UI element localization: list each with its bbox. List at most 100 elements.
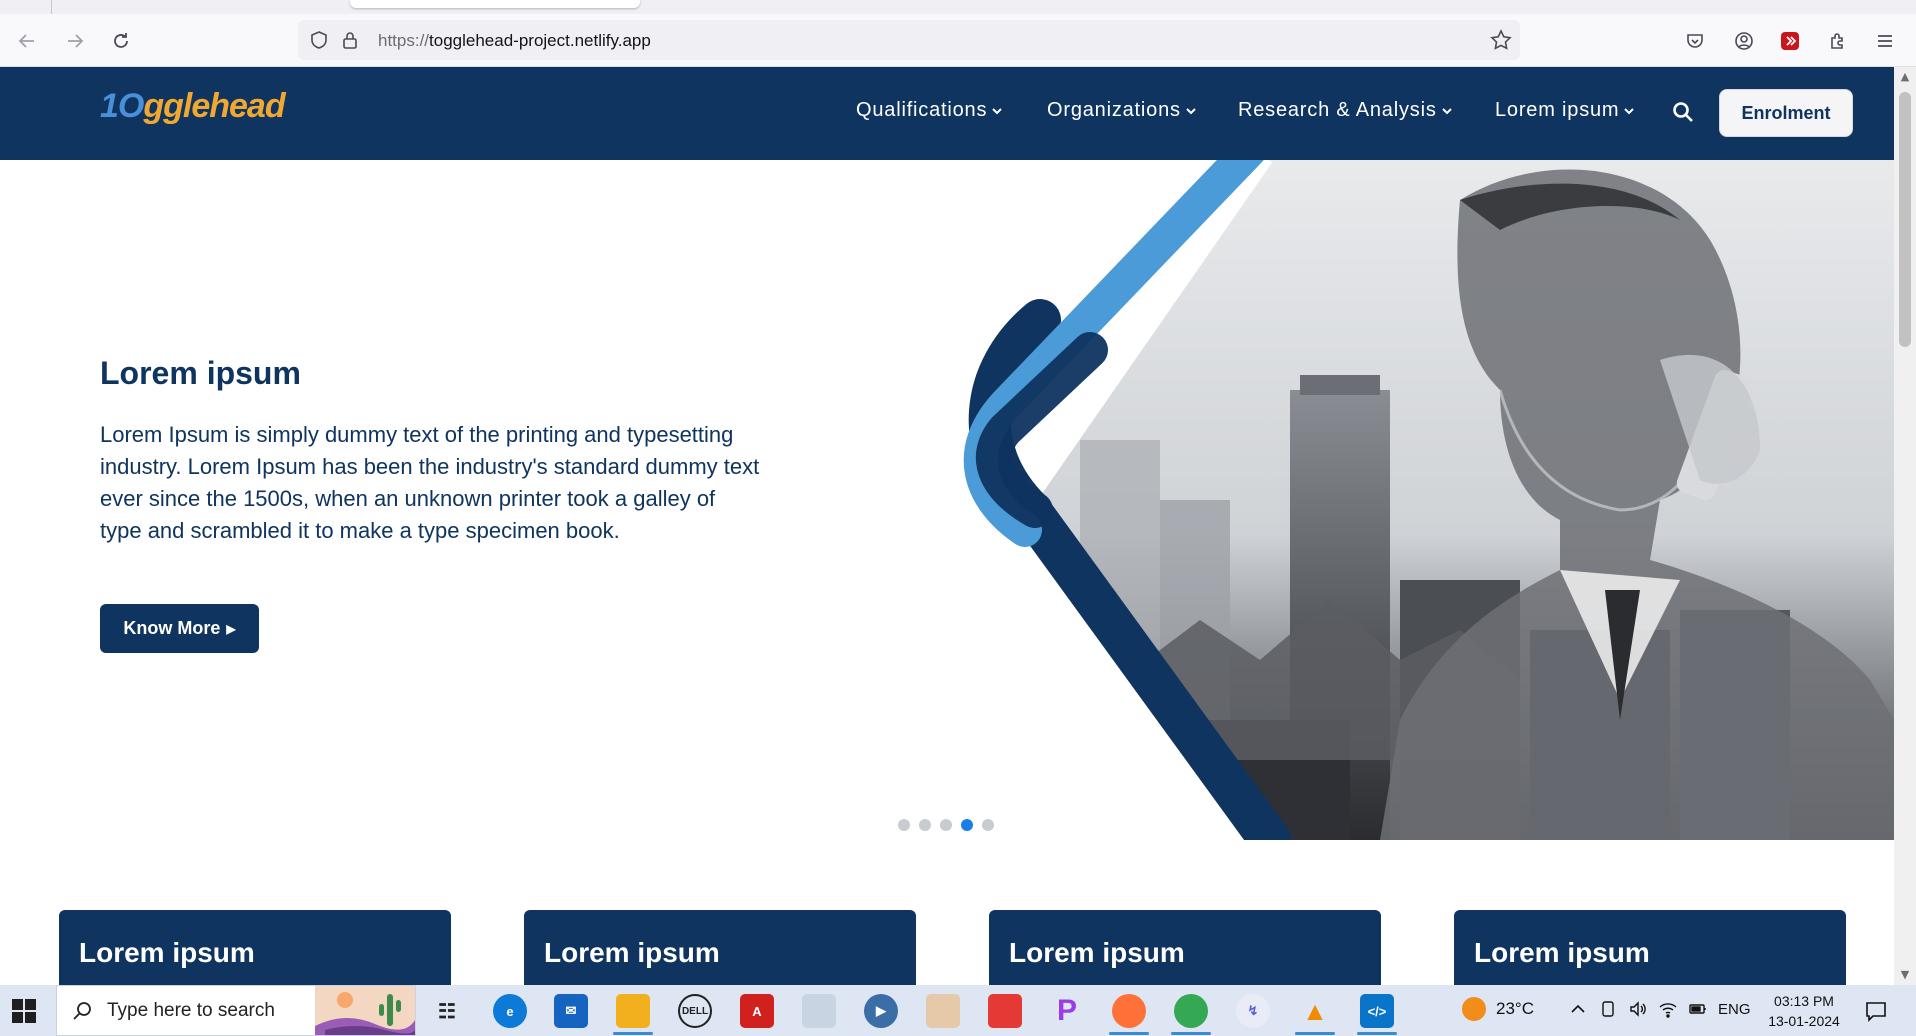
feature-card[interactable]: Lorem ipsum: [989, 910, 1381, 985]
edge-icon[interactable]: e: [493, 994, 527, 1028]
sun-icon: [1462, 997, 1486, 1021]
clock-date: 13-01-2024: [1768, 1013, 1840, 1029]
feather-app-icon[interactable]: ↯: [1236, 994, 1270, 1028]
acrobat-icon[interactable]: A: [740, 994, 774, 1028]
notification-icon[interactable]: [1864, 999, 1888, 1023]
browser-toolbar: https://togglehead-project.netlify.app: [0, 14, 1916, 67]
carousel-dot[interactable]: [961, 819, 973, 831]
windows-start-icon[interactable]: [10, 997, 38, 1025]
firefox-icon[interactable]: [1112, 994, 1146, 1028]
paint-icon[interactable]: [926, 994, 960, 1028]
lock-icon[interactable]: [340, 30, 360, 50]
running-indicator: [1357, 1032, 1397, 1035]
url-protocol: https://: [378, 31, 430, 50]
menu-icon[interactable]: [1868, 24, 1902, 58]
know-more-button[interactable]: Know More ▶: [100, 604, 259, 653]
active-tab[interactable]: [350, 0, 640, 8]
url-bar[interactable]: https://togglehead-project.netlify.app: [298, 20, 1520, 60]
nav-qualifications[interactable]: Qualifications: [856, 99, 1003, 122]
nav-label: Research & Analysis: [1238, 99, 1437, 121]
mail-icon[interactable]: ✉: [554, 994, 588, 1028]
tab-divider: [51, 0, 52, 14]
app-misc2-icon[interactable]: [988, 994, 1022, 1028]
desert-scene-icon: [315, 986, 415, 1035]
carousel-dot[interactable]: [919, 819, 931, 831]
shield-icon[interactable]: [309, 30, 329, 50]
feature-card[interactable]: Lorem ipsum: [1454, 910, 1846, 985]
scroll-up-icon[interactable]: ▲: [1898, 70, 1912, 84]
forward-icon[interactable]: [58, 24, 92, 58]
caret-right-icon: ▶: [226, 621, 236, 636]
file-explorer-icon[interactable]: [616, 994, 650, 1028]
extensions-icon[interactable]: [1821, 24, 1855, 58]
running-indicator: [613, 1032, 653, 1035]
weather-widget[interactable]: 23°C: [1462, 997, 1534, 1021]
chevron-down-icon: [1441, 107, 1452, 114]
running-indicator: [1171, 1032, 1211, 1035]
picsart-icon[interactable]: P: [1050, 994, 1084, 1028]
nav-research-analysis[interactable]: Research & Analysis: [1238, 99, 1453, 122]
windows-taskbar: Type here to search ☷ e ✉ DELL A ▶ P ↯ ▲…: [0, 985, 1916, 1036]
feature-card[interactable]: Lorem ipsum: [59, 910, 451, 985]
weather-temp: 23°C: [1496, 999, 1534, 1018]
nav-organizations[interactable]: Organizations: [1047, 99, 1197, 122]
tab-strip: [0, 0, 1916, 14]
extension-red-icon[interactable]: [1773, 24, 1807, 58]
pocket-icon[interactable]: [1678, 24, 1712, 58]
logo-part-2: gglehead: [143, 87, 285, 125]
search-icon: [73, 1002, 91, 1020]
task-view-icon[interactable]: ☷: [430, 994, 464, 1028]
wifi-icon[interactable]: [1658, 999, 1678, 1019]
card-title: Lorem ipsum: [79, 937, 255, 968]
battery-icon[interactable]: [1688, 999, 1708, 1019]
back-icon[interactable]: [10, 24, 44, 58]
running-indicator: [1295, 1032, 1335, 1035]
enrolment-button[interactable]: Enrolment: [1719, 89, 1853, 137]
app-misc-icon[interactable]: [802, 994, 836, 1028]
reload-icon[interactable]: [104, 24, 138, 58]
clock[interactable]: 03:13 PM 13-01-2024: [1762, 991, 1846, 1031]
chevron-down-icon: [1186, 107, 1196, 114]
taskbar-search[interactable]: Type here to search: [56, 985, 416, 1036]
volume-icon[interactable]: [1628, 999, 1648, 1019]
clock-time: 03:13 PM: [1774, 993, 1834, 1009]
media-icon[interactable]: ▶: [864, 994, 898, 1028]
page-viewport: 1Ogglehead Qualifications Organizations …: [0, 67, 1894, 985]
scrollbar-thumb[interactable]: [1899, 92, 1911, 347]
site-logo[interactable]: 1Ogglehead: [100, 87, 286, 126]
carousel-dot[interactable]: [940, 819, 952, 831]
star-icon[interactable]: [1490, 29, 1512, 51]
nav-lorem-ipsum[interactable]: Lorem ipsum: [1495, 99, 1635, 122]
url-host: togglehead-project.netlify.app: [429, 31, 651, 50]
dell-icon[interactable]: DELL: [678, 994, 712, 1028]
device-icon[interactable]: [1598, 999, 1618, 1019]
running-indicator: [1109, 1032, 1149, 1035]
search-placeholder: Type here to search: [107, 1000, 275, 1021]
chevron-down-icon: [1624, 107, 1635, 114]
nav-label: Organizations: [1047, 99, 1181, 121]
card-title: Lorem ipsum: [544, 937, 720, 968]
vscode-icon[interactable]: </>: [1360, 994, 1394, 1028]
hero-description: Lorem Ipsum is simply dummy text of the …: [100, 422, 760, 543]
chevron-up-icon[interactable]: [1568, 999, 1588, 1019]
card-title: Lorem ipsum: [1009, 937, 1185, 968]
vlc-icon[interactable]: ▲: [1298, 994, 1332, 1028]
account-icon[interactable]: [1727, 24, 1761, 58]
page-scrollbar[interactable]: ▲ ▼: [1894, 67, 1916, 985]
search-icon[interactable]: [1672, 101, 1694, 123]
system-tray: ENG: [1568, 999, 1751, 1019]
carousel-dot[interactable]: [898, 819, 910, 831]
site-header: 1Ogglehead Qualifications Organizations …: [0, 67, 1894, 160]
chevron-down-icon: [992, 107, 1002, 114]
hero-image: [963, 160, 1894, 840]
nav-label: Lorem ipsum: [1495, 99, 1620, 121]
nav-label: Qualifications: [856, 99, 988, 121]
scroll-down-icon[interactable]: ▼: [1898, 968, 1912, 982]
card-title: Lorem ipsum: [1474, 937, 1650, 968]
feature-card[interactable]: Lorem ipsum: [524, 910, 916, 985]
carousel-dots: [898, 819, 994, 831]
carousel-dot[interactable]: [982, 819, 994, 831]
language-indicator[interactable]: ENG: [1718, 1001, 1751, 1018]
chrome-icon[interactable]: [1174, 994, 1208, 1028]
url-text[interactable]: https://togglehead-project.netlify.app: [378, 31, 651, 51]
